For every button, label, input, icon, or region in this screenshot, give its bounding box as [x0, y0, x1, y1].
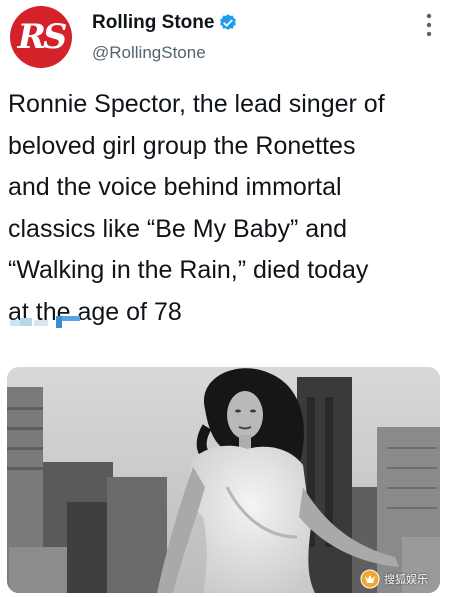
- watermark-text: 搜狐娱乐: [384, 573, 428, 586]
- user-handle[interactable]: @RollingStone: [92, 43, 206, 63]
- tweet-card: RS Rolling Stone @RollingStone Ronnie Sp…: [0, 0, 455, 597]
- display-name[interactable]: Rolling Stone: [92, 12, 214, 34]
- tweet-photo[interactable]: [7, 367, 440, 593]
- watermark: 搜狐娱乐: [360, 567, 428, 591]
- tweet-text: Ronnie Spector, the lead singer of belov…: [8, 90, 385, 326]
- more-vertical-icon[interactable]: [422, 10, 436, 40]
- rolling-stone-logo: RS: [17, 17, 68, 57]
- photo-image: [7, 367, 440, 593]
- blurred-link-preview: [10, 316, 80, 328]
- avatar[interactable]: RS: [10, 6, 72, 68]
- verified-badge-icon: [220, 14, 236, 30]
- sohu-fox-icon: [360, 569, 380, 589]
